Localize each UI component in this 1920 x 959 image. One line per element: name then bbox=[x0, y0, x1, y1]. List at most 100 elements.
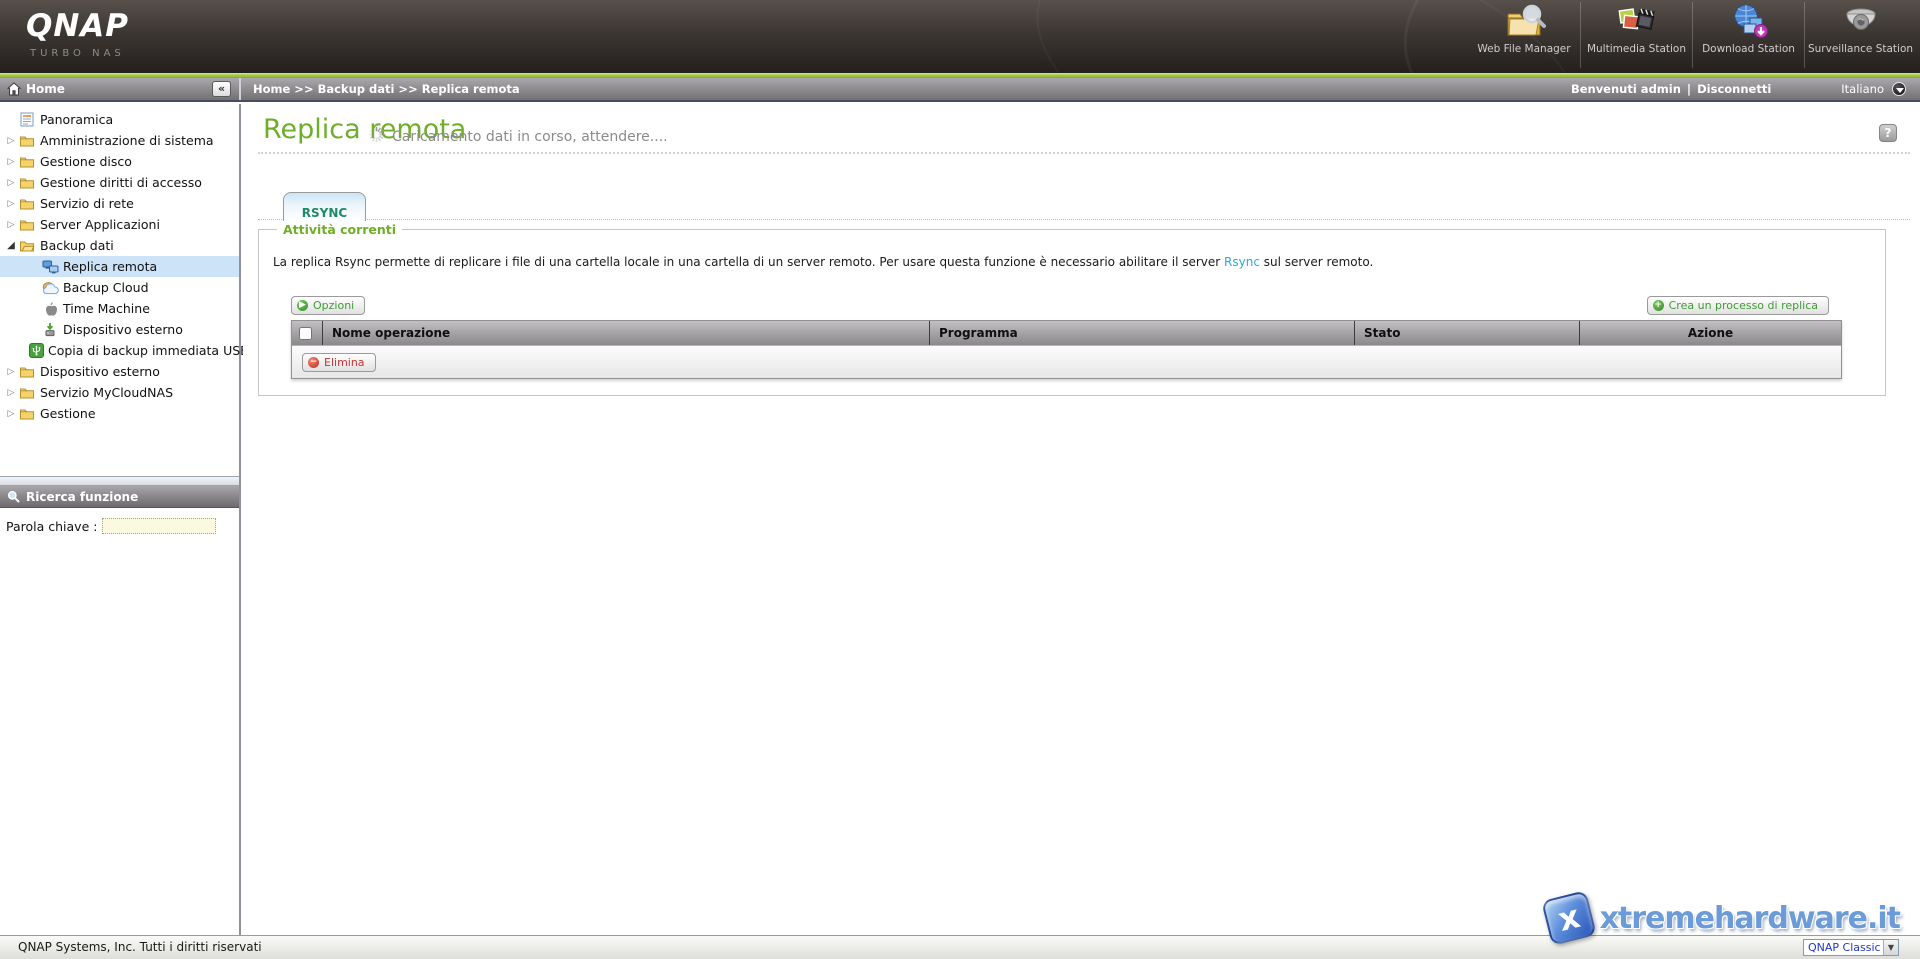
dropdown-arrow-icon: ▼ bbox=[1883, 940, 1898, 955]
remote-replication-icon bbox=[41, 260, 59, 274]
sidebar-item-time-machine[interactable]: Time Machine bbox=[0, 298, 239, 319]
sidebar: Panoramica ▷ Amministrazione di sistema … bbox=[0, 104, 241, 935]
skin-selector[interactable]: QNAP Classic ▼ bbox=[1803, 939, 1899, 956]
web-file-manager-button[interactable]: Web File Manager bbox=[1468, 2, 1580, 68]
station-label: Surveillance Station bbox=[1808, 43, 1913, 55]
home-icon bbox=[7, 82, 21, 96]
collapse-sidebar-button[interactable]: « bbox=[212, 81, 231, 97]
expander-expanded-icon[interactable]: ◢ bbox=[5, 240, 17, 251]
expander-collapsed-icon[interactable]: ▷ bbox=[5, 220, 17, 230]
sidebar-item-dispositivo-esterno-folder[interactable]: ▷ Dispositivo esterno bbox=[0, 361, 239, 382]
sidebar-item-amministrazione-di-sistema[interactable]: ▷ Amministrazione di sistema bbox=[0, 130, 239, 151]
sidebar-item-replica-remota[interactable]: Replica remota bbox=[0, 256, 239, 277]
topbar-user-area: Benvenuti admin | Disconnetti Italiano bbox=[1571, 82, 1906, 96]
plus-circle-icon: + bbox=[1653, 300, 1664, 311]
copyright-text: QNAP Systems, Inc. Tutti i diritti riser… bbox=[18, 940, 262, 954]
column-header-programma: Programma bbox=[929, 321, 1354, 345]
folder-icon bbox=[18, 154, 36, 169]
overview-icon bbox=[18, 112, 36, 127]
expander-collapsed-icon[interactable]: ▷ bbox=[5, 409, 17, 419]
current-activities-section: Attività correnti La replica Rsync perme… bbox=[258, 229, 1886, 396]
folder-icon bbox=[18, 175, 36, 190]
expander-collapsed-icon[interactable]: ▷ bbox=[5, 388, 17, 398]
language-label[interactable]: Italiano bbox=[1841, 82, 1884, 96]
folder-icon bbox=[18, 133, 36, 148]
header-checkbox-cell bbox=[292, 321, 322, 345]
expander-collapsed-icon[interactable]: ▷ bbox=[5, 136, 17, 146]
column-header-nome-operazione: Nome operazione bbox=[322, 321, 929, 345]
qnap-app-window: QNAP TURBO NAS Web File Manager bbox=[0, 0, 1920, 959]
sidebar-item-panoramica[interactable]: Panoramica bbox=[0, 109, 239, 130]
language-dropdown-icon[interactable] bbox=[1892, 82, 1906, 96]
logout-link[interactable]: Disconnetti bbox=[1697, 82, 1771, 96]
sidebar-item-gestione[interactable]: ▷ Gestione bbox=[0, 403, 239, 424]
rsync-description: La replica Rsync permette di replicare i… bbox=[273, 255, 1373, 269]
minus-circle-icon: − bbox=[308, 357, 319, 368]
replication-jobs-table: Nome operazione Programma Stato Azione −… bbox=[291, 320, 1842, 379]
loading-text: Caricamento dati in corso, attendere.... bbox=[392, 129, 668, 145]
app-header: QNAP TURBO NAS Web File Manager bbox=[0, 0, 1920, 73]
sidebar-item-servizio-di-rete[interactable]: ▷ Servizio di rete bbox=[0, 193, 239, 214]
table-toolbar-row: − Elimina bbox=[292, 345, 1841, 378]
download-station-button[interactable]: Download Station bbox=[1692, 2, 1804, 68]
section-legend: Attività correnti bbox=[277, 222, 402, 237]
sidebar-header: Home « bbox=[0, 78, 241, 100]
folder-icon bbox=[18, 364, 36, 379]
apple-icon bbox=[41, 301, 59, 317]
title-divider bbox=[258, 152, 1910, 154]
expander-collapsed-icon[interactable]: ▷ bbox=[5, 367, 17, 377]
sidebar-item-backup-cloud[interactable]: Backup Cloud bbox=[0, 277, 239, 298]
table-header-row: Nome operazione Programma Stato Azione bbox=[292, 321, 1841, 345]
topbar: Home « Home >> Backup dati >> Replica re… bbox=[0, 78, 1920, 102]
qnap-logo: QNAP bbox=[26, 8, 129, 44]
station-label: Multimedia Station bbox=[1587, 43, 1686, 55]
web-file-manager-icon bbox=[1502, 2, 1546, 42]
select-all-checkbox[interactable] bbox=[299, 327, 312, 340]
create-replication-job-button[interactable]: + Crea un processo di replica bbox=[1647, 296, 1829, 315]
arrow-circle-icon: ▶ bbox=[297, 300, 308, 311]
rsync-link[interactable]: Rsync bbox=[1224, 255, 1260, 269]
search-icon bbox=[7, 490, 20, 503]
delete-button[interactable]: − Elimina bbox=[302, 353, 376, 372]
keyword-label: Parola chiave : bbox=[6, 519, 97, 534]
cloud-backup-icon bbox=[41, 281, 59, 295]
keyword-input[interactable] bbox=[102, 518, 216, 534]
function-search-title: Ricerca funzione bbox=[26, 490, 138, 504]
sidebar-item-gestione-disco[interactable]: ▷ Gestione disco bbox=[0, 151, 239, 172]
expander-collapsed-icon[interactable]: ▷ bbox=[5, 178, 17, 188]
function-search-header: Ricerca funzione bbox=[0, 486, 239, 508]
folder-icon bbox=[18, 217, 36, 232]
xtremehardware-logo-text: xtremehardware.it bbox=[1600, 901, 1900, 936]
breadcrumb: Home >> Backup dati >> Replica remota bbox=[253, 82, 520, 96]
sidebar-item-copia-backup-usb[interactable]: Copia di backup immediata USB bbox=[0, 340, 239, 361]
sidebar-item-backup-dati[interactable]: ◢ Backup dati bbox=[0, 235, 239, 256]
folder-icon bbox=[18, 196, 36, 211]
sidebar-header-title: Home bbox=[26, 82, 65, 96]
sidebar-item-server-applicazioni[interactable]: ▷ Server Applicazioni bbox=[0, 214, 239, 235]
description-text: La replica Rsync permette di replicare i… bbox=[273, 255, 1224, 269]
folder-icon bbox=[18, 406, 36, 421]
expander-collapsed-icon[interactable]: ▷ bbox=[5, 157, 17, 167]
turbo-nas-label: TURBO NAS bbox=[30, 48, 125, 59]
multimedia-station-icon bbox=[1615, 2, 1659, 42]
description-text: sul server remoto. bbox=[1260, 255, 1373, 269]
folder-open-icon bbox=[18, 238, 36, 253]
surveillance-station-icon bbox=[1839, 2, 1883, 42]
expander-collapsed-icon[interactable]: ▷ bbox=[5, 199, 17, 209]
loading-indicator: Caricamento dati in corso, attendere.... bbox=[368, 126, 668, 147]
multimedia-station-button[interactable]: Multimedia Station bbox=[1580, 2, 1692, 68]
help-button[interactable]: ? bbox=[1879, 124, 1897, 142]
sidebar-splitter[interactable] bbox=[0, 476, 239, 486]
options-button[interactable]: ▶ Opzioni bbox=[291, 296, 365, 315]
folder-icon bbox=[18, 385, 36, 400]
column-header-stato: Stato bbox=[1354, 321, 1579, 345]
separator-text: | bbox=[1687, 82, 1691, 96]
tab-rsync[interactable]: RSYNC bbox=[283, 192, 366, 221]
column-header-azione: Azione bbox=[1579, 321, 1841, 345]
sidebar-item-servizio-mycloudnas[interactable]: ▷ Servizio MyCloudNAS bbox=[0, 382, 239, 403]
surveillance-station-button[interactable]: Surveillance Station bbox=[1804, 2, 1916, 68]
welcome-text: Benvenuti admin bbox=[1571, 82, 1681, 96]
sidebar-item-gestione-diritti-di-accesso[interactable]: ▷ Gestione diritti di accesso bbox=[0, 172, 239, 193]
sidebar-item-dispositivo-esterno[interactable]: Dispositivo esterno bbox=[0, 319, 239, 340]
xtremehardware-watermark: x xtremehardware.it bbox=[1546, 895, 1900, 941]
